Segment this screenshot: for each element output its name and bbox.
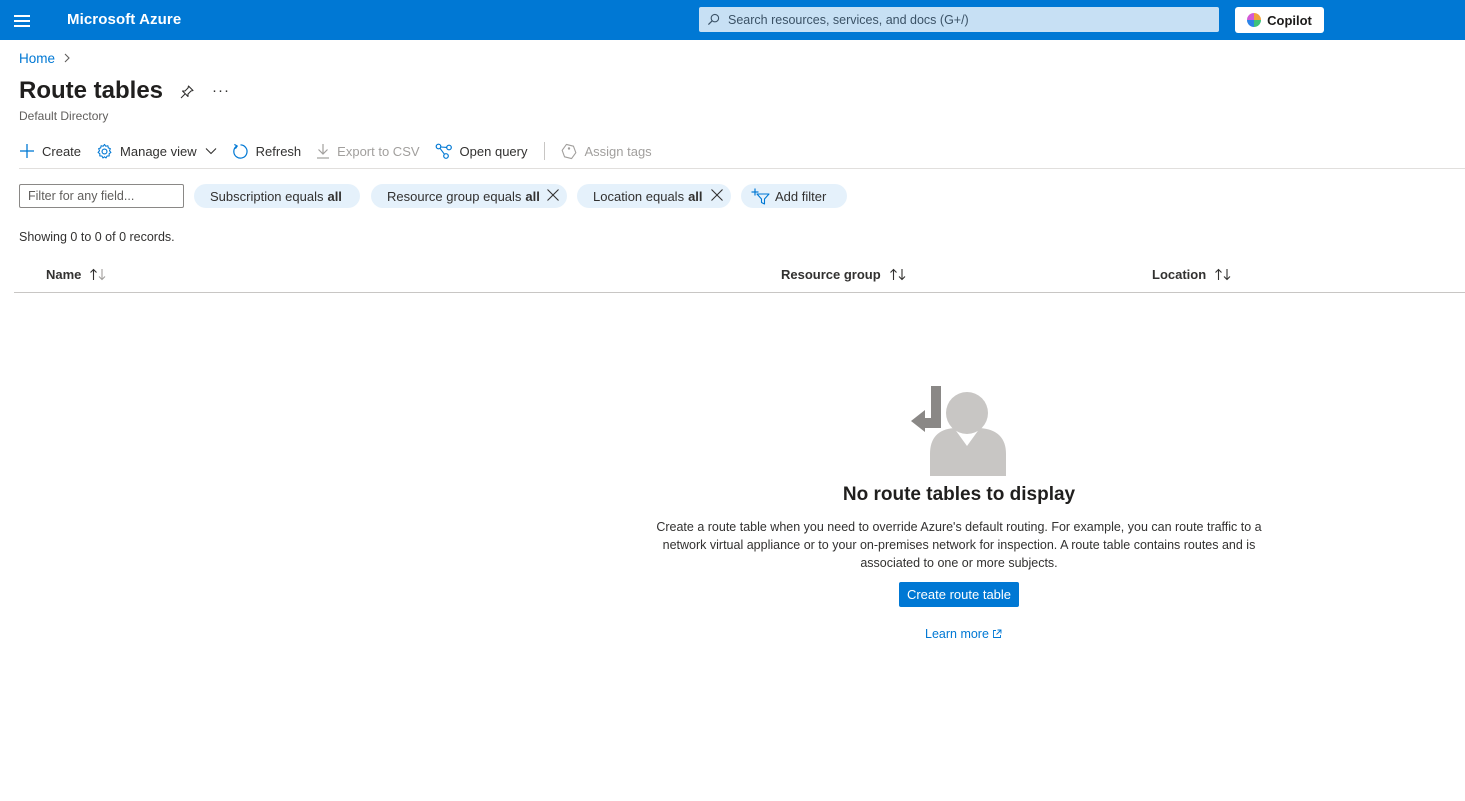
table-header-divider <box>14 292 1465 293</box>
assign-tags-label: Assign tags <box>584 143 652 159</box>
refresh-icon <box>232 143 248 159</box>
open-query-button[interactable]: Open query <box>435 143 528 159</box>
brand-title[interactable]: Microsoft Azure <box>67 11 181 28</box>
route-table-empty-illustration <box>911 386 1006 476</box>
location-filter-label: Location equals <box>593 188 685 204</box>
subscription-filter-value: all <box>327 188 342 204</box>
manage-view-label: Manage view <box>120 143 197 159</box>
location-filter-pill[interactable]: Location equals all <box>577 184 731 208</box>
chevron-down-icon <box>205 148 217 155</box>
records-count: Showing 0 to 0 of 0 records. <box>19 230 175 244</box>
search-icon <box>707 13 720 26</box>
filter-input[interactable] <box>19 184 184 208</box>
empty-state-title: No route tables to display <box>842 484 1076 505</box>
search-placeholder: Search resources, services, and docs (G+… <box>728 12 969 27</box>
refresh-button[interactable]: Refresh <box>232 143 302 160</box>
gear-icon <box>97 143 112 159</box>
breadcrumb: Home <box>19 51 71 66</box>
add-filter-label: Add filter <box>775 188 827 204</box>
sort-icon <box>90 268 106 281</box>
plus-icon <box>20 144 34 158</box>
query-icon <box>435 143 452 159</box>
export-csv-button[interactable]: Export to CSV <box>316 143 420 159</box>
create-label: Create <box>42 143 82 159</box>
manage-view-button[interactable]: Manage view <box>96 143 217 160</box>
download-icon <box>317 144 330 159</box>
learn-more-link[interactable]: Learn more <box>925 627 1002 641</box>
sort-icon <box>889 268 906 281</box>
column-header-label: Location <box>1152 267 1207 282</box>
add-filter-icon <box>751 188 770 205</box>
top-bar: Microsoft Azure Search resources, servic… <box>0 0 1465 40</box>
pin-icon[interactable] <box>179 84 195 103</box>
column-header-label: Resource group <box>781 267 881 282</box>
global-search-input[interactable]: Search resources, services, and docs (G+… <box>699 7 1219 32</box>
subscription-filter-label: Subscription equals <box>210 188 324 204</box>
page-subtitle: Default Directory <box>19 109 109 123</box>
resource-group-filter-label: Resource group equals <box>387 188 522 204</box>
sort-icon <box>1215 268 1231 281</box>
copilot-button[interactable]: Copilot <box>1235 7 1324 33</box>
column-header-name[interactable]: Name <box>46 267 107 282</box>
toolbar-divider <box>19 168 1465 169</box>
resource-group-filter-pill[interactable]: Resource group equals all <box>371 184 567 208</box>
create-route-table-button[interactable]: Create route table <box>899 582 1019 607</box>
open-query-label: Open query <box>459 143 528 159</box>
toolbar-separator <box>544 142 546 160</box>
external-link-icon <box>992 629 1002 638</box>
menu-icon[interactable] <box>14 13 32 27</box>
export-csv-label: Export to CSV <box>337 143 420 159</box>
learn-more-label: Learn more <box>925 627 989 641</box>
column-header-label: Name <box>46 267 82 282</box>
page-title: Route tables <box>19 77 164 104</box>
command-bar: Create Manage view Refresh Export to CSV <box>19 139 667 163</box>
chevron-right-icon <box>63 52 71 66</box>
breadcrumb-home-link[interactable]: Home <box>19 51 55 66</box>
column-header-location[interactable]: Location <box>1152 267 1232 282</box>
resource-group-filter-value: all <box>525 188 540 204</box>
more-options-icon[interactable]: ··· <box>212 82 230 99</box>
subscription-filter-pill[interactable]: Subscription equals all <box>194 184 360 208</box>
close-icon[interactable] <box>546 188 560 202</box>
column-header-resource-group[interactable]: Resource group <box>781 267 907 282</box>
create-button[interactable]: Create <box>19 143 81 159</box>
location-filter-value: all <box>688 188 703 204</box>
copilot-icon <box>1247 13 1262 27</box>
empty-state-description: Create a route table when you need to ov… <box>656 520 1262 570</box>
copilot-label: Copilot <box>1267 12 1312 28</box>
assign-tags-button[interactable]: Assign tags <box>561 143 652 160</box>
refresh-label: Refresh <box>255 143 302 159</box>
close-icon[interactable] <box>710 188 724 202</box>
tag-icon <box>562 143 577 159</box>
add-filter-button[interactable]: Add filter <box>741 184 847 208</box>
